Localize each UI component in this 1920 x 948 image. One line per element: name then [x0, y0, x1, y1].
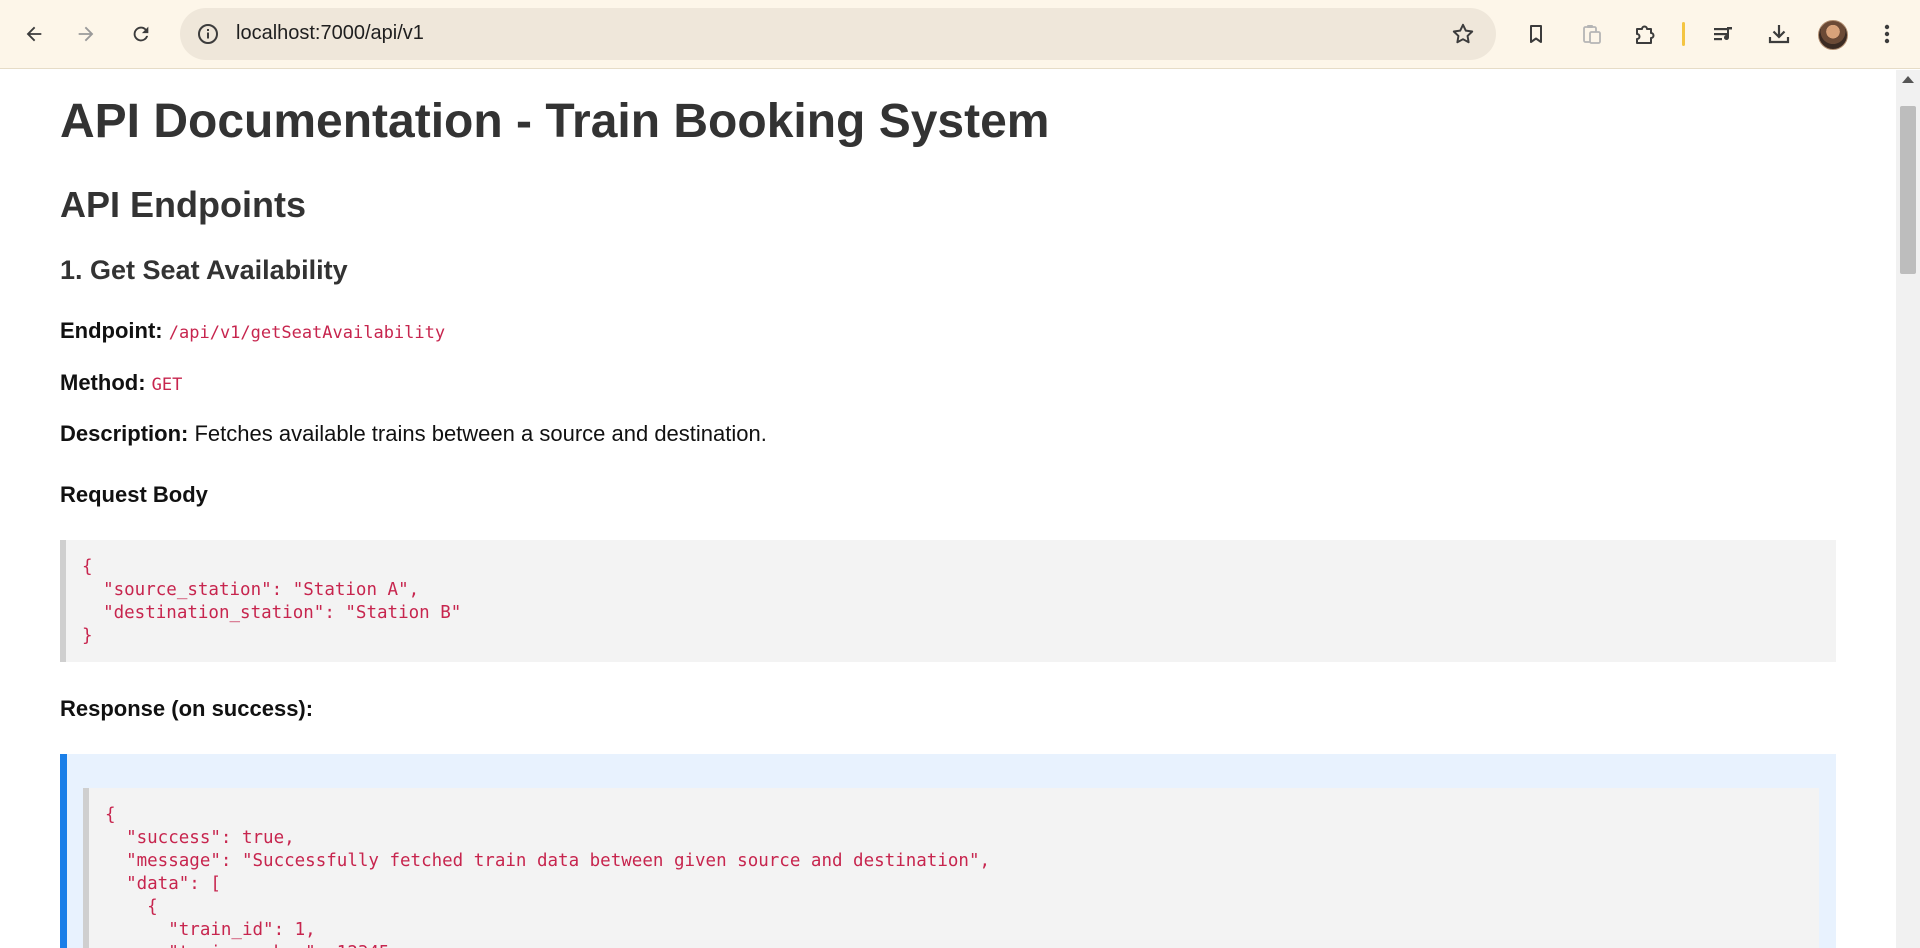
request-body-title: Request Body	[60, 482, 208, 507]
clipboard-icon	[1583, 25, 1601, 44]
download-icon	[1768, 25, 1790, 44]
info-icon[interactable]	[196, 22, 220, 46]
request-body-code: { "source_station": "Station A", "destin…	[60, 540, 1836, 662]
clipboard-button[interactable]	[1578, 20, 1606, 48]
media-queue-icon	[1714, 27, 1732, 41]
arrow-left-icon	[26, 26, 42, 42]
endpoint-field: Endpoint: /api/v1/getSeatAvailability	[60, 318, 445, 344]
description-label: Description:	[60, 421, 189, 446]
star-icon[interactable]	[1450, 21, 1476, 47]
endpoint-label: Endpoint:	[60, 318, 163, 343]
vertical-scrollbar[interactable]	[1896, 70, 1920, 948]
response-title: Response (on success):	[60, 696, 314, 721]
reload-icon	[133, 26, 149, 42]
puzzle-icon	[1636, 25, 1655, 44]
browser-toolbar: localhost:7000/api/v1	[0, 0, 1920, 69]
method-value: GET	[151, 375, 183, 395]
description-field: Description: Fetches available trains be…	[60, 421, 767, 447]
address-bar[interactable]: localhost:7000/api/v1	[180, 8, 1496, 60]
scroll-thumb[interactable]	[1900, 106, 1916, 274]
forward-button[interactable]	[66, 14, 106, 54]
endpoint-path: /api/v1/getSeatAvailability	[168, 323, 446, 343]
downloads-button[interactable]	[1765, 20, 1793, 48]
media-button[interactable]	[1710, 20, 1738, 48]
bookmarks-button[interactable]	[1522, 20, 1550, 48]
arrow-right-icon	[78, 26, 94, 42]
reload-button[interactable]	[121, 14, 161, 54]
toolbar-separator	[1682, 22, 1685, 46]
method-field: Method: GET	[60, 370, 182, 396]
back-button[interactable]	[14, 14, 54, 54]
method-label: Method:	[60, 370, 146, 395]
section-title: API Endpoints	[60, 184, 306, 225]
response-body-code: { "success": true, "message": "Successfu…	[83, 788, 1819, 948]
scroll-up-arrow-icon[interactable]	[1902, 76, 1914, 83]
description-text: Fetches available trains between a sourc…	[194, 421, 767, 446]
extensions-button[interactable]	[1631, 20, 1659, 48]
menu-button[interactable]	[1873, 20, 1901, 48]
response-panel: { "success": true, "message": "Successfu…	[60, 754, 1836, 948]
page-viewport: API Documentation - Train Booking System…	[0, 70, 1896, 948]
avatar[interactable]	[1818, 20, 1848, 50]
endpoint-heading: 1. Get Seat Availability	[60, 255, 348, 285]
url-text[interactable]: localhost:7000/api/v1	[236, 22, 424, 45]
page-title: API Documentation - Train Booking System	[60, 95, 1050, 148]
bookmark-icon	[1530, 25, 1542, 43]
kebab-menu-icon	[1884, 24, 1890, 44]
